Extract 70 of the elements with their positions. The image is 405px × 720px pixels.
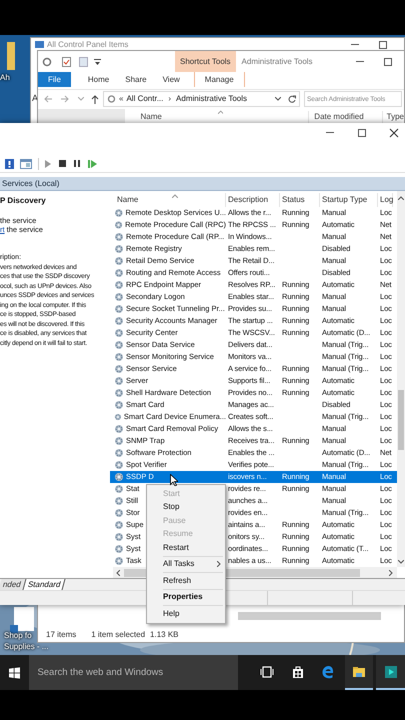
properties-icon[interactable] [62,56,71,66]
window-title: Administrative Tools [242,56,313,68]
control-panel-icon [35,41,44,48]
column-header[interactable]: Description [226,193,280,207]
service-title: P Discovery [0,195,47,206]
menu-item[interactable]: Restart [147,541,225,554]
tab[interactable]: Standard [23,579,66,590]
scope-title: Services (Local) [1,178,60,190]
breadcrumb-item[interactable]: Administrative Tools [176,93,248,105]
icon-label: Supplies - ... [4,641,48,653]
status-text: 17 items [46,629,76,641]
menu-item[interactable]: Refresh [147,574,225,588]
scroll-down-icon[interactable] [398,560,404,564]
sort-caret-icon [218,110,224,114]
tab[interactable]: nded [0,579,26,590]
dropdown-icon[interactable] [94,58,101,64]
window-title: All Control Panel Items [47,38,128,50]
folder-icon [352,664,366,678]
pause-icon[interactable] [74,160,80,167]
icon-label: Ah [0,72,10,84]
search-field[interactable]: Search the web and Windows [29,655,238,690]
taskbar-button[interactable] [344,655,374,690]
ribbon-tab[interactable]: Home [86,72,112,87]
browser-icon [321,664,336,678]
sort-caret-icon [172,194,178,198]
ribbon-tab[interactable]: Manage [194,72,245,87]
chevron-down-icon[interactable] [275,97,281,101]
column-header[interactable]: Log [378,193,393,207]
contextual-tab-header: Shortcut Tools [175,51,236,72]
task-view-icon [260,664,274,678]
breadcrumb-separator: « [119,93,124,105]
column-header[interactable]: Name [140,110,162,122]
column-header[interactable]: Status [280,193,320,207]
icon-label: Shop fo [4,630,32,642]
scrollbar[interactable] [397,191,405,567]
refresh-icon[interactable] [288,95,296,103]
address-bar[interactable]: « All Contr... › Administrative Tools [103,91,300,107]
up-arrow-icon[interactable] [91,94,99,104]
shopping-bag-icon [290,664,305,678]
scrollbar-thumb[interactable] [398,390,404,450]
maximize-icon[interactable] [382,56,393,66]
column-header[interactable]: Startup Type [320,193,378,207]
maximize-icon[interactable] [378,40,388,50]
maximize-icon[interactable] [357,128,367,138]
menu-item[interactable]: Properties [147,590,225,604]
folder-icon[interactable] [6,42,16,70]
close-icon[interactable] [389,128,399,138]
help-icon[interactable] [5,158,14,168]
menu-item[interactable]: All Tasks [147,558,225,571]
windows-logo-icon[interactable] [9,666,20,678]
scroll-left-icon[interactable] [116,570,120,576]
status-text: 1 item selected [91,629,146,641]
status-text: 1.13 KB [150,629,179,641]
taskbar-button[interactable] [376,655,405,690]
mouse-cursor-icon [170,474,178,486]
console-window-icon[interactable] [20,158,32,168]
scrollbar-thumb[interactable] [238,612,381,620]
scroll-up-icon[interactable] [398,196,404,200]
breadcrumb-separator: › [168,93,172,105]
breadcrumb-item[interactable]: All Contr... [126,93,164,105]
play-icon[interactable] [45,160,51,168]
menu-item[interactable]: Stop [147,500,225,514]
ribbon-tab[interactable]: File [38,72,71,87]
ribbon-tab[interactable]: View [160,72,182,87]
scroll-right-icon[interactable] [389,570,393,576]
ribbon-tab[interactable]: Share [123,72,149,87]
menu-item[interactable]: Help [147,607,225,620]
resume-icon[interactable] [88,160,97,168]
media-player-icon [384,664,398,678]
column-header[interactable]: Name [110,193,226,207]
